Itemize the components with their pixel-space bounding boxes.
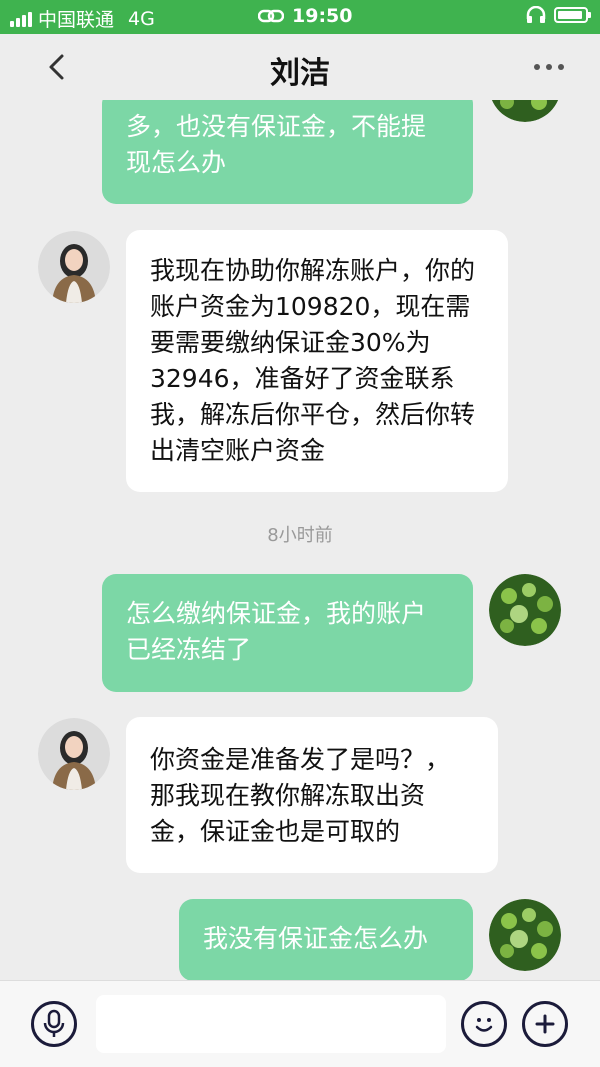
message-line: 我，解冻后你平仓，然后你转 <box>150 400 476 429</box>
status-bar-center: 19:50 <box>258 5 352 27</box>
message-bubble-outgoing[interactable]: 多，也没有保证金，不能提 现怎么办 <box>102 100 473 204</box>
message-bubble-outgoing[interactable]: 怎么缴纳保证金，我的账户 已经冻结了 <box>102 574 473 692</box>
emoji-button[interactable] <box>461 1001 507 1047</box>
message-bubble-incoming[interactable]: 我现在协助你解冻账户，你的 账户资金为109820，现在需 要需要缴纳保证金30… <box>126 230 508 492</box>
chat-area[interactable]: 多，也没有保证金，不能提 现怎么办 我现在协助你解冻账户，你的 账户资金为109… <box>0 100 600 980</box>
message-line: 32946，准备好了资金联系 <box>150 364 455 393</box>
status-bar-left: 中国联通 4G <box>10 5 155 32</box>
input-bar <box>0 980 600 1067</box>
message-line: 金，保证金也是可取的 <box>150 817 401 846</box>
my-avatar[interactable] <box>489 100 561 122</box>
nav-bar: 刘洁 <box>0 34 600 100</box>
contact-avatar[interactable] <box>38 718 110 790</box>
clock: 19:50 <box>292 5 353 27</box>
my-avatar[interactable] <box>489 574 561 646</box>
headphones-icon <box>526 6 546 23</box>
message-line: 怎么缴纳保证金，我的账户 <box>126 599 427 628</box>
link-icon <box>258 9 284 23</box>
status-bar-right <box>526 6 591 24</box>
chat-title: 刘洁 <box>270 56 330 91</box>
message-line: 我现在协助你解冻账户，你的 <box>150 256 476 285</box>
status-bar: 中国联通 4G 19:50 <box>0 0 600 34</box>
message-line: 账户资金为109820，现在需 <box>150 292 471 321</box>
message-bubble-incoming[interactable]: 你资金是准备发了是吗？， 那我现在教你解冻取出资 金，保证金也是可取的 <box>126 717 498 873</box>
message-line: 那我现在教你解冻取出资 <box>150 781 426 810</box>
message-input[interactable] <box>96 995 446 1053</box>
plus-icon <box>535 1014 555 1034</box>
smiley-icon <box>475 1018 493 1032</box>
more-dots-icon[interactable] <box>534 64 564 70</box>
contact-avatar[interactable] <box>38 231 110 303</box>
message-timestamp: 8小时前 <box>267 525 333 546</box>
add-button[interactable] <box>522 1001 568 1047</box>
microphone-icon <box>43 1009 65 1037</box>
message-bubble-outgoing[interactable]: 我没有保证金怎么办 <box>179 899 473 980</box>
my-avatar[interactable] <box>489 899 561 971</box>
message-line: 多，也没有保证金，不能提 <box>126 112 427 141</box>
network-label: 4G <box>128 7 155 30</box>
carrier-label: 中国联通 <box>38 9 115 31</box>
battery-icon <box>554 7 591 23</box>
signal-icon <box>10 11 32 27</box>
message-line: 要需要缴纳保证金30%为 <box>150 328 431 357</box>
message-line: 你资金是准备发了是吗？， <box>150 745 451 774</box>
message-line: 出清空账户资金 <box>150 436 326 465</box>
message-line: 已经冻结了 <box>126 635 252 664</box>
voice-button[interactable] <box>31 1001 77 1047</box>
message-line: 现怎么办 <box>126 148 227 177</box>
message-line: 我没有保证金怎么办 <box>203 924 429 953</box>
